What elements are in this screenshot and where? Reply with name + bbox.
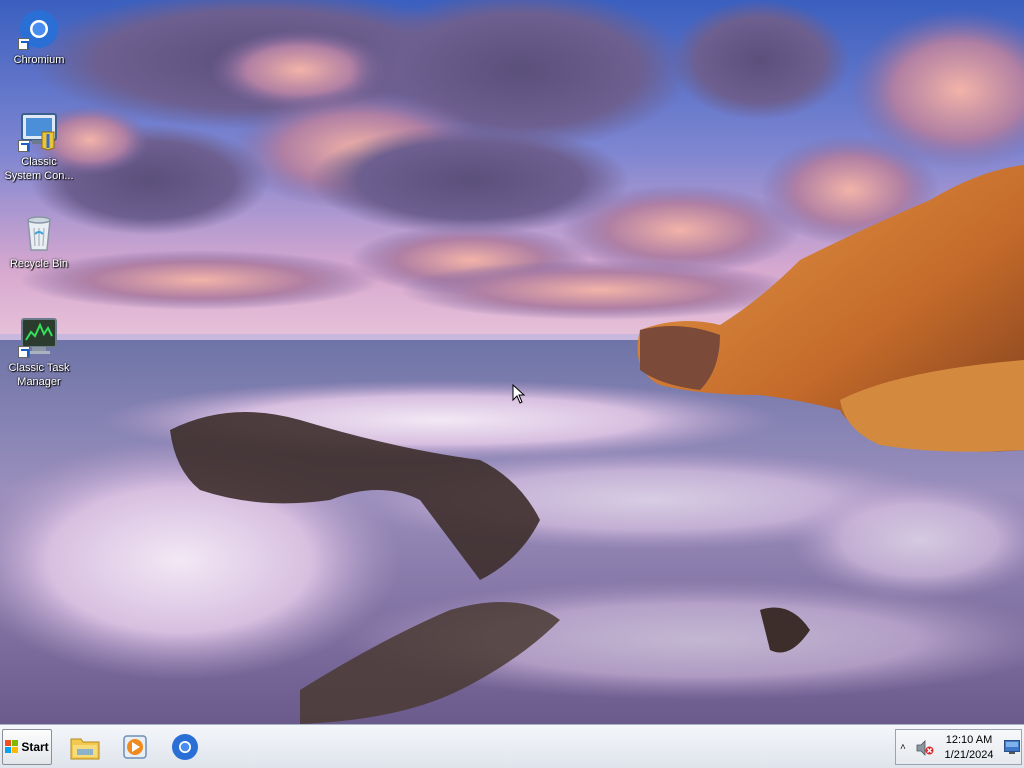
show-hidden-icons-chevron-icon[interactable]: ˄ [900, 741, 910, 755]
task-manager-icon [18, 316, 60, 358]
desktop-icon-chromium[interactable]: Chromium [2, 8, 76, 67]
windows-logo-icon [5, 740, 19, 754]
control-panel-icon [18, 110, 60, 152]
clock-time: 12:10 AM [945, 734, 993, 746]
chromium-icon [18, 8, 60, 50]
desktop[interactable]: Chromium Classic System Con... Recycle B… [0, 0, 1024, 724]
show-desktop-icon[interactable] [1004, 740, 1020, 754]
taskbar-file-explorer-button[interactable] [66, 729, 104, 765]
desktop-icon-label: Classic System Con... [4, 156, 74, 182]
desktop-icon-label: Recycle Bin [9, 258, 69, 270]
wallpaper-image [0, 0, 1024, 724]
chromium-icon [172, 734, 198, 760]
start-label: Start [21, 740, 49, 754]
taskbar-media-player-button[interactable] [116, 729, 154, 765]
shortcut-arrow-icon [18, 346, 30, 358]
volume-muted-icon[interactable] [916, 740, 934, 756]
clock-date: 1/21/2024 [944, 749, 994, 761]
taskbar: Start ˄ 12:10 AM 1/21/2024 [0, 724, 1024, 768]
desktop-icon-classic-system-control[interactable]: Classic System Con... [2, 110, 76, 183]
start-button[interactable]: Start [2, 729, 52, 765]
shortcut-arrow-icon [18, 140, 30, 152]
folder-icon [70, 738, 100, 760]
desktop-icon-label: Classic Task Manager [8, 362, 70, 388]
shortcut-arrow-icon [18, 38, 30, 50]
recycle-bin-icon [18, 212, 60, 254]
desktop-icon-recycle-bin[interactable]: Recycle Bin [2, 212, 76, 271]
desktop-icon-label: Chromium [13, 54, 65, 66]
media-player-icon [123, 735, 147, 759]
taskbar-chromium-button[interactable] [166, 729, 204, 765]
desktop-icon-classic-task-manager[interactable]: Classic Task Manager [2, 316, 76, 389]
clock[interactable]: 12:10 AM 1/21/2024 [936, 733, 1002, 763]
notification-area: ˄ 12:10 AM 1/21/2024 [895, 729, 1022, 765]
mouse-pointer-icon [512, 384, 526, 404]
